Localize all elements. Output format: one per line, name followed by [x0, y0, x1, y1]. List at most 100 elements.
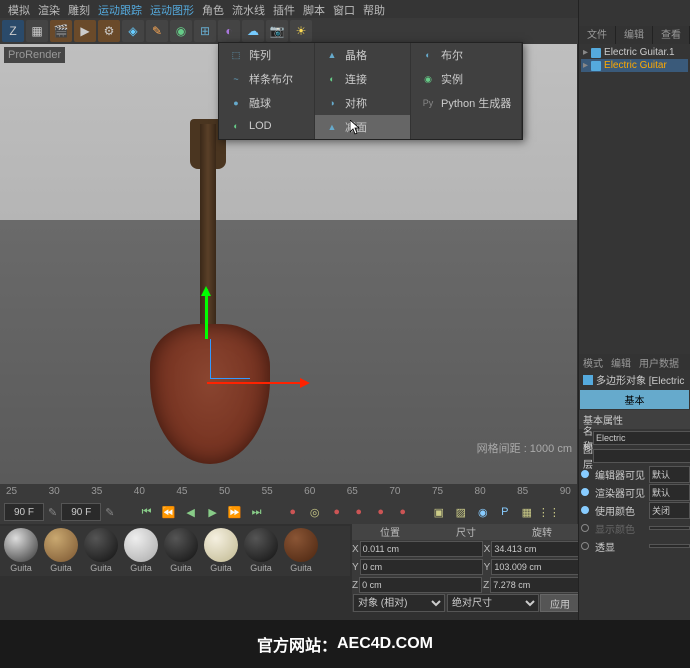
- menu-item-阵列[interactable]: ⬚阵列: [219, 43, 314, 67]
- menu-item-减面[interactable]: ▲减面: [315, 115, 410, 139]
- next-key-icon[interactable]: ⏩: [226, 503, 244, 521]
- om-tab-文件[interactable]: 文件: [579, 26, 616, 44]
- menu-item-Python 生成器[interactable]: PyPython 生成器: [411, 91, 521, 115]
- gizmo-x-axis[interactable]: [207, 382, 307, 384]
- autokey-icon[interactable]: ◎: [306, 503, 324, 521]
- coord-apply-button[interactable]: 应用: [540, 594, 580, 612]
- material-slot-4[interactable]: Guita: [162, 528, 200, 574]
- om-tab-查看[interactable]: 查看: [653, 26, 690, 44]
- menu-item-连接[interactable]: ◐连接: [315, 67, 410, 91]
- record-icon[interactable]: ●: [284, 503, 302, 521]
- gizmo-y-axis[interactable]: [205, 289, 208, 339]
- radio-icon[interactable]: [581, 524, 589, 532]
- toolbar-cube-icon[interactable]: ◈: [122, 20, 144, 42]
- menu-7[interactable]: 插件: [273, 2, 295, 16]
- coord-x-pos[interactable]: [360, 541, 483, 557]
- attr-tab-模式[interactable]: 模式: [579, 354, 607, 370]
- material-slot-0[interactable]: Guita: [2, 528, 40, 574]
- object-tree: ▸Electric Guitar.1▸Electric Guitar: [579, 44, 690, 74]
- goto-start-icon[interactable]: ⏮: [138, 503, 156, 521]
- toolbar-preview-icon[interactable]: ▶: [74, 20, 96, 42]
- radio-icon[interactable]: [581, 470, 589, 478]
- radio-icon[interactable]: [581, 488, 589, 496]
- coord-header-size: 尺寸: [428, 524, 504, 540]
- menu-item-样条布尔[interactable]: ~样条布尔: [219, 67, 314, 91]
- toolbar-camera-icon[interactable]: 📷: [266, 20, 288, 42]
- point-icon[interactable]: ◉: [474, 503, 492, 521]
- menu-item-融球[interactable]: ●融球: [219, 91, 314, 115]
- attr-value-编辑器可见[interactable]: 默认: [649, 466, 690, 483]
- coord-size-mode-select[interactable]: 绝对尺寸: [447, 594, 539, 612]
- toolbar-light-icon[interactable]: ☀: [290, 20, 312, 42]
- coord-z-pos[interactable]: [359, 577, 482, 593]
- toolbar-zoom-icon[interactable]: Z: [2, 20, 24, 42]
- object-Electric Guitar[interactable]: ▸Electric Guitar: [581, 59, 688, 72]
- menu-item-布尔[interactable]: ◐布尔: [411, 43, 521, 67]
- menu-3[interactable]: 运动跟踪: [98, 2, 142, 16]
- menu-5[interactable]: 角色: [202, 2, 224, 16]
- menu-6[interactable]: 流水线: [232, 2, 265, 16]
- toolbar-array-icon[interactable]: ⊞: [194, 20, 216, 42]
- material-slot-6[interactable]: Guita: [242, 528, 280, 574]
- window-icon[interactable]: ▦: [518, 503, 536, 521]
- key-rot-icon[interactable]: ●: [372, 503, 390, 521]
- object-Electric Guitar.1[interactable]: ▸Electric Guitar.1: [581, 46, 688, 59]
- play-reverse-icon[interactable]: ◀: [182, 503, 200, 521]
- selobj-icon[interactable]: ▣: [430, 503, 448, 521]
- key-param-icon[interactable]: ●: [394, 503, 412, 521]
- attr-value-使用颜色[interactable]: 关闭: [649, 502, 690, 519]
- prev-key-icon[interactable]: ⏪: [160, 503, 178, 521]
- right-panel: 文件编辑查看 ▸Electric Guitar.1▸Electric Guita…: [578, 0, 690, 620]
- menu-9[interactable]: 窗口: [333, 2, 355, 16]
- frame-current-input[interactable]: [4, 503, 44, 521]
- radio-icon[interactable]: [581, 542, 589, 550]
- frame-end-input[interactable]: [61, 503, 101, 521]
- material-slot-7[interactable]: Guita: [282, 528, 320, 574]
- quant-icon[interactable]: ⋮⋮: [540, 503, 558, 521]
- menu-4[interactable]: 运动图形: [150, 2, 194, 16]
- key-pos-icon[interactable]: ●: [328, 503, 346, 521]
- attr-value-显示颜色[interactable]: [649, 526, 690, 530]
- menu-item-实例[interactable]: ◉实例: [411, 67, 521, 91]
- material-slot-3[interactable]: Guita: [122, 528, 160, 574]
- menu-item-LOD[interactable]: ◐LOD: [219, 115, 314, 137]
- attr-section-basic[interactable]: 基本: [580, 390, 689, 409]
- key-scale-icon[interactable]: ●: [350, 503, 368, 521]
- material-slot-1[interactable]: Guita: [42, 528, 80, 574]
- toolbar-generator-icon[interactable]: ◉: [170, 20, 192, 42]
- menu-10[interactable]: 帮助: [363, 2, 385, 16]
- timeline-ruler[interactable]: 2530354045505560657075808590: [0, 484, 577, 500]
- menu-item-晶格[interactable]: ▲晶格: [315, 43, 410, 67]
- menu-icon: ◐: [325, 72, 339, 86]
- play-forward-icon[interactable]: ▶: [204, 503, 222, 521]
- menu-1[interactable]: 渲染: [38, 2, 60, 16]
- coord-y-pos[interactable]: [360, 559, 483, 575]
- toolbar-deform-icon[interactable]: ◐: [218, 20, 240, 42]
- toolbar-settings-icon[interactable]: ⚙: [98, 20, 120, 42]
- coord-mode-select[interactable]: 对象 (相对): [353, 594, 445, 612]
- opt-p-icon[interactable]: P: [496, 503, 514, 521]
- attr-tab-用户数据[interactable]: 用户数据: [635, 354, 683, 370]
- menu-item-对称[interactable]: ◑对称: [315, 91, 410, 115]
- anim-icon[interactable]: ▨: [452, 503, 470, 521]
- menu-2[interactable]: 雕刻: [68, 2, 90, 16]
- radio-icon[interactable]: [581, 506, 589, 514]
- attr-value-透显[interactable]: [649, 544, 690, 548]
- attr-input-图层[interactable]: [593, 449, 690, 463]
- menu-0[interactable]: 模拟: [8, 2, 30, 16]
- attr-tab-编辑[interactable]: 编辑: [607, 354, 635, 370]
- toolbar-spline-icon[interactable]: ✎: [146, 20, 168, 42]
- goto-end-icon[interactable]: ⏭: [248, 503, 266, 521]
- expand-icon[interactable]: ▸: [583, 47, 588, 58]
- om-tab-编辑[interactable]: 编辑: [616, 26, 653, 44]
- material-slot-5[interactable]: Guita: [202, 528, 240, 574]
- toolbar-render-icon[interactable]: 🎬: [50, 20, 72, 42]
- toolbar-select-icon[interactable]: ▦: [26, 20, 48, 42]
- material-slot-2[interactable]: Guita: [82, 528, 120, 574]
- expand-icon[interactable]: ▸: [583, 60, 588, 71]
- menu-8[interactable]: 脚本: [303, 2, 325, 16]
- attr-value-渲染器可见[interactable]: 默认: [649, 484, 690, 501]
- attr-input-名称[interactable]: [593, 431, 690, 445]
- toolbar-env-icon[interactable]: ☁: [242, 20, 264, 42]
- gizmo-z-axis[interactable]: [210, 339, 250, 379]
